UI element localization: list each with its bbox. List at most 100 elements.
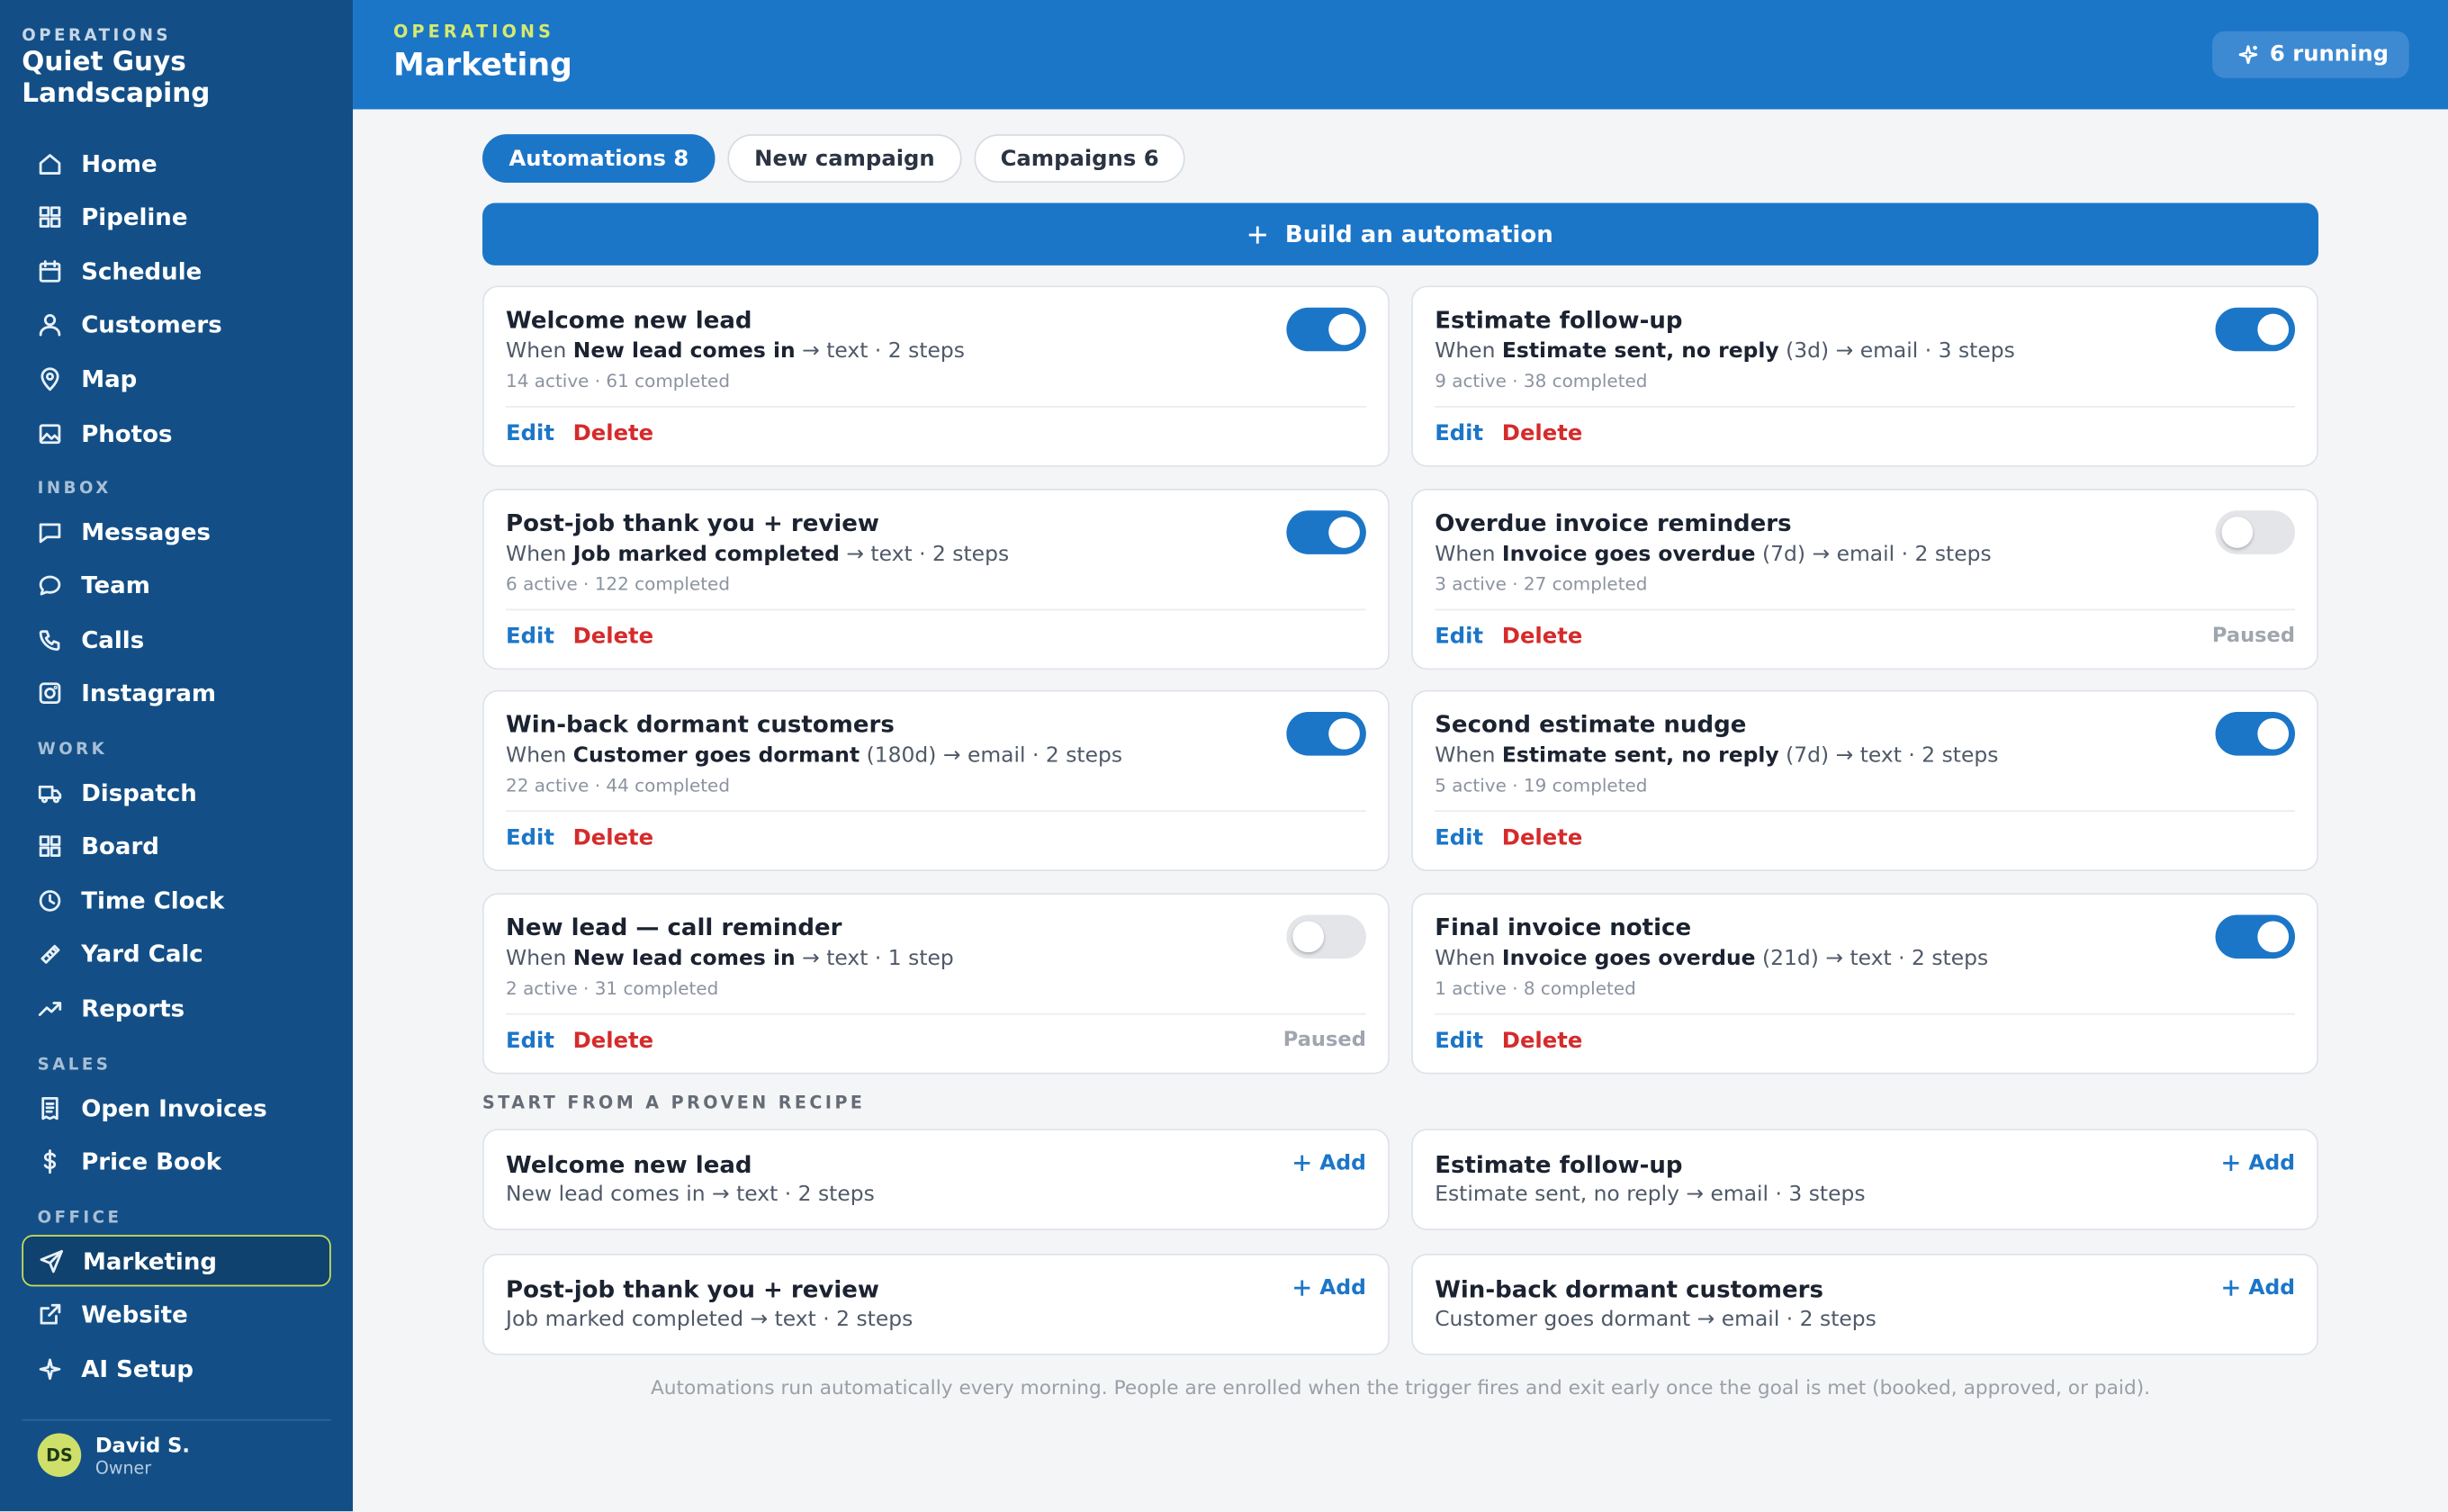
sidebar-divider xyxy=(22,1418,331,1421)
add-recipe-button[interactable]: Add xyxy=(1293,1275,1366,1300)
automation-toggle[interactable] xyxy=(1286,307,1366,352)
recipe-name: Post-job thank you + review xyxy=(506,1275,879,1304)
sidebar-item-label: Home xyxy=(81,148,158,177)
automation-toggle[interactable] xyxy=(2215,914,2296,959)
sidebar-item-photos[interactable]: Photos xyxy=(22,408,330,459)
rule-trigger: New lead comes in xyxy=(572,946,796,971)
toggle-knob xyxy=(1328,313,1360,346)
add-recipe-button[interactable]: Add xyxy=(2222,1150,2295,1175)
automation-stats: 22 active · 44 completed xyxy=(506,774,730,796)
plus-icon xyxy=(2223,1280,2239,1296)
tab-new-campaign[interactable]: New campaign xyxy=(727,134,962,183)
rule-delay: (7d) xyxy=(1786,742,1830,769)
user-name: David S. xyxy=(94,1435,191,1459)
sidebar-item-website[interactable]: Website xyxy=(22,1289,330,1340)
automation-rule: When Estimate sent, no reply (7d) → text… xyxy=(1435,743,1998,769)
delete-button[interactable]: Delete xyxy=(573,421,654,446)
automation-name: Post-job thank you + review xyxy=(506,508,879,537)
sidebar-item-label: Map xyxy=(81,364,138,393)
automation-stats: 6 active · 122 completed xyxy=(506,572,730,595)
card-divider xyxy=(506,1012,1366,1015)
sidebar-item-home[interactable]: Home xyxy=(22,138,330,189)
rule-action: → text · 2 steps xyxy=(802,338,966,364)
delete-button[interactable]: Delete xyxy=(573,625,654,650)
automation-card: New lead — call reminder When New lead co… xyxy=(482,893,1390,1075)
build-automation-button[interactable]: Build an automation xyxy=(482,202,2319,266)
automation-toggle[interactable] xyxy=(1286,510,1366,554)
nav-section-inbox: INBOX xyxy=(37,479,112,499)
automation-toggle[interactable] xyxy=(2215,510,2296,554)
sidebar-item-label: Customers xyxy=(81,310,222,339)
edit-button[interactable]: Edit xyxy=(1435,421,1483,446)
rule-when: When xyxy=(1435,742,1496,769)
sidebar-item-pipeline[interactable]: Pipeline xyxy=(22,192,330,243)
edit-button[interactable]: Edit xyxy=(1435,1029,1483,1054)
tab-campaigns[interactable]: Campaigns 6 xyxy=(974,134,1186,183)
delete-button[interactable]: Delete xyxy=(1502,421,1583,446)
sidebar-item-yard-calc[interactable]: Yard Calc xyxy=(22,929,330,980)
sidebar-item-dispatch[interactable]: Dispatch xyxy=(22,767,330,818)
sidebar-item-board[interactable]: Board xyxy=(22,821,330,872)
sidebar-item-marketing[interactable]: Marketing xyxy=(22,1235,331,1287)
automation-rule: When Job marked completed → text · 2 ste… xyxy=(506,542,1009,567)
automation-stats: 5 active · 19 completed xyxy=(1435,774,1648,796)
automation-card: Final invoice notice When Invoice goes ov… xyxy=(1411,893,2319,1075)
sidebar-item-team[interactable]: Team xyxy=(22,560,330,611)
rule-delay: (21d) xyxy=(1761,946,1819,971)
edit-button[interactable]: Edit xyxy=(1435,826,1483,851)
delete-button[interactable]: Delete xyxy=(573,826,654,851)
toggle-knob xyxy=(2257,921,2290,953)
sidebar-item-messages[interactable]: Messages xyxy=(22,506,330,557)
sidebar-item-time-clock[interactable]: Time Clock xyxy=(22,875,330,926)
nav-section-sales: SALES xyxy=(37,1055,112,1075)
card-divider xyxy=(1435,810,2296,813)
truck-icon xyxy=(38,779,63,805)
delete-button[interactable]: Delete xyxy=(1502,826,1583,851)
sidebar-item-ai-setup[interactable]: AI Setup xyxy=(22,1343,330,1394)
automation-toggle[interactable] xyxy=(2215,307,2296,352)
add-recipe-button[interactable]: Add xyxy=(1293,1150,1366,1175)
running-badge[interactable]: 6 running xyxy=(2211,31,2409,78)
sparkle-icon xyxy=(38,1356,63,1382)
calendar-icon xyxy=(38,258,63,284)
sidebar-item-label: Pipeline xyxy=(81,202,188,231)
sidebar-item-open-invoices[interactable]: Open Invoices xyxy=(22,1082,330,1133)
sidebar-item-calls[interactable]: Calls xyxy=(22,614,330,665)
sidebar-item-instagram[interactable]: Instagram xyxy=(22,668,330,719)
dollar-icon xyxy=(38,1149,63,1174)
avatar[interactable]: DS xyxy=(37,1433,82,1478)
edit-button[interactable]: Edit xyxy=(506,625,554,650)
automation-stats: 3 active · 27 completed xyxy=(1435,572,1648,595)
tab-automations[interactable]: Automations 8 xyxy=(482,134,716,183)
automation-toggle[interactable] xyxy=(1286,712,1366,756)
automation-toggle[interactable] xyxy=(1286,914,1366,959)
send-icon xyxy=(39,1248,64,1274)
sidebar-item-map[interactable]: Map xyxy=(22,354,330,405)
automation-name: Final invoice notice xyxy=(1435,913,1692,942)
instagram-icon xyxy=(38,681,63,706)
automation-stats: 2 active · 31 completed xyxy=(506,976,719,1000)
rule-action: → email · 3 steps xyxy=(1835,338,2015,364)
toggle-knob xyxy=(2257,717,2290,750)
edit-button[interactable]: Edit xyxy=(1435,625,1483,650)
sidebar-item-customers[interactable]: Customers xyxy=(22,300,330,351)
page-title: Marketing xyxy=(393,45,572,83)
sidebar-item-reports[interactable]: Reports xyxy=(22,983,330,1034)
sidebar-item-price-book[interactable]: Price Book xyxy=(22,1136,330,1187)
automation-name: Estimate follow-up xyxy=(1435,306,1683,335)
rule-delay: (3d) xyxy=(1786,338,1830,364)
add-recipe-button[interactable]: Add xyxy=(2222,1275,2295,1300)
sidebar-item-schedule[interactable]: Schedule xyxy=(22,246,330,297)
edit-button[interactable]: Edit xyxy=(506,826,554,851)
sidebar-item-label: Marketing xyxy=(82,1246,217,1275)
delete-button[interactable]: Delete xyxy=(1502,625,1583,650)
delete-button[interactable]: Delete xyxy=(573,1029,654,1054)
edit-button[interactable]: Edit xyxy=(506,421,554,446)
rule-trigger: Customer goes dormant xyxy=(572,742,860,769)
automation-toggle[interactable] xyxy=(2215,712,2296,756)
running-count: 6 running xyxy=(2269,41,2390,68)
delete-button[interactable]: Delete xyxy=(1502,1029,1583,1054)
automation-name: Welcome new lead xyxy=(506,306,752,335)
rule-trigger: New lead comes in xyxy=(572,338,796,364)
edit-button[interactable]: Edit xyxy=(506,1029,554,1054)
